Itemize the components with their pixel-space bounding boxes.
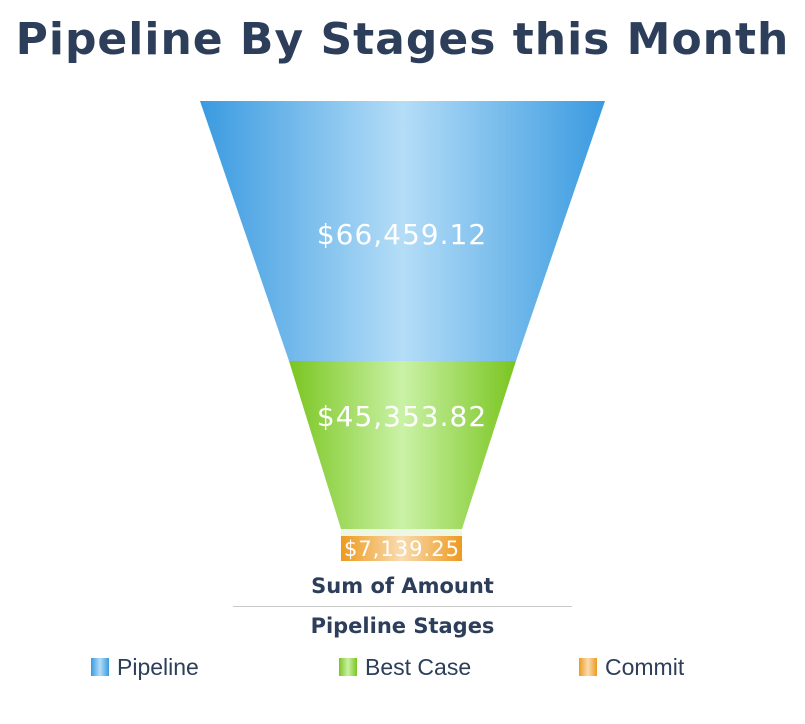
legend-label-best-case: Best Case: [365, 653, 472, 680]
legend-swatch-commit: [579, 658, 597, 676]
data-label-best-case: $45,353.82: [317, 400, 487, 433]
value-axis-label: Sum of Amount: [311, 574, 494, 598]
legend-item-commit[interactable]: Commit: [579, 654, 684, 680]
legend-swatch-pipeline: [91, 658, 109, 676]
axis-divider: [233, 606, 572, 607]
legend-label-commit: Commit: [605, 653, 685, 680]
legend-swatch-best-case: [339, 658, 357, 676]
legend-item-best-case[interactable]: Best Case: [339, 654, 471, 680]
data-label-pipeline: $66,459.12: [317, 218, 487, 251]
category-axis-label: Pipeline Stages: [310, 614, 495, 638]
funnel-separator: [341, 529, 462, 536]
legend-label-pipeline: Pipeline: [117, 653, 199, 680]
data-label-commit: $7,139.25: [344, 537, 460, 561]
funnel-segment-best-case[interactable]: [289, 361, 516, 529]
legend-item-pipeline[interactable]: Pipeline: [91, 654, 199, 680]
